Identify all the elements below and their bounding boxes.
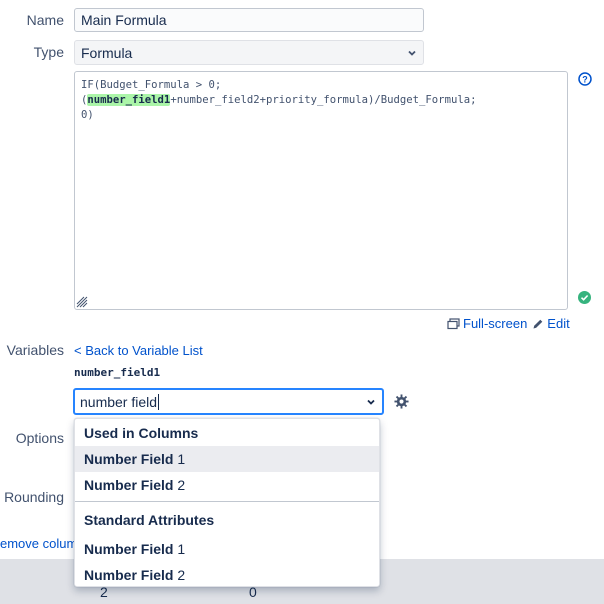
pencil-icon — [533, 319, 543, 328]
dropdown-option[interactable]: Number Field 1 — [75, 536, 379, 562]
options-label: Options — [15, 430, 64, 446]
rounding-label: Rounding — [4, 489, 64, 505]
help-icon[interactable]: ? — [578, 72, 592, 86]
dropdown-option[interactable]: Number Field 2 — [75, 562, 379, 588]
dropdown-option[interactable]: Number Field 2 — [75, 472, 379, 498]
dropdown-divider — [75, 501, 379, 502]
remove-column-link[interactable]: emove colum — [0, 536, 77, 551]
edit-link[interactable]: Edit — [547, 316, 569, 331]
chevron-down-icon[interactable] — [366, 397, 376, 407]
formula-line-1: IF(Budget_Formula > 0; — [81, 79, 222, 91]
fullscreen-icon — [447, 317, 460, 329]
current-variable-name: number_field1 — [74, 366, 161, 379]
chevron-down-icon — [408, 50, 416, 56]
type-select-value: Formula — [81, 44, 133, 61]
type-select[interactable]: Formula — [74, 40, 424, 65]
back-to-variable-list-link[interactable]: < Back to Variable List — [74, 343, 203, 358]
resize-handle-icon[interactable] — [76, 296, 88, 308]
formula-editor[interactable]: IF(Budget_Formula > 0; (number_field1+num… — [74, 71, 568, 310]
name-label: Name — [26, 12, 64, 28]
name-input[interactable]: Main Formula — [74, 8, 424, 32]
field-search-combobox[interactable]: number field — [73, 388, 384, 415]
formula-line-2: (number_field1+number_field2+priority_fo… — [81, 94, 477, 106]
editor-actions: Full-screen Edit — [447, 316, 570, 331]
type-label: Type — [33, 44, 64, 60]
formula-line-3: 0) — [81, 109, 94, 121]
dropdown-group-heading: Used in Columns — [84, 425, 199, 441]
name-input-value: Main Formula — [81, 12, 167, 28]
formula-highlighted-variable[interactable]: number_field1 — [87, 94, 171, 106]
variables-label: Variables — [6, 342, 64, 358]
fullscreen-link[interactable]: Full-screen — [463, 316, 527, 331]
dropdown-group-heading: Standard Attributes — [84, 512, 215, 528]
dropdown-option[interactable]: Number Field 1 — [75, 446, 379, 472]
gear-icon[interactable] — [394, 394, 409, 409]
svg-text:?: ? — [582, 75, 588, 85]
check-circle-icon — [578, 291, 591, 304]
field-search-input[interactable]: number field — [80, 393, 160, 410]
field-dropdown-menu: Used in Columns Number Field 1 Number Fi… — [74, 418, 380, 587]
